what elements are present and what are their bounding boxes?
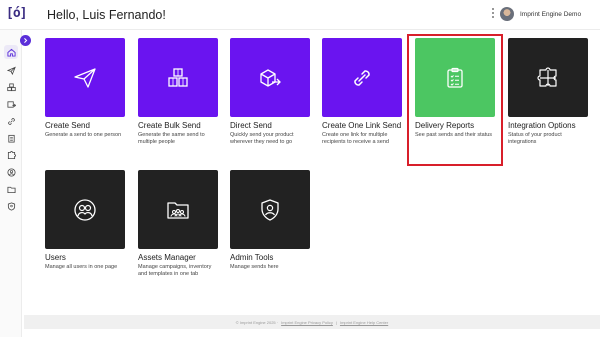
- tile-title[interactable]: Integration Options: [508, 121, 588, 130]
- paper-plane-icon: [6, 66, 16, 75]
- tile-title[interactable]: Assets Manager: [138, 253, 218, 262]
- privacy-policy-link[interactable]: Imprint Engine Privacy Policy: [281, 320, 333, 325]
- tile-delivery-reports[interactable]: Delivery Reports See past sends and thei…: [415, 38, 495, 139]
- sidebar-item-admin[interactable]: [4, 199, 18, 213]
- tile-create-one-link-send[interactable]: Create One Link Send Create one link for…: [322, 38, 402, 146]
- tile-users[interactable]: Users Manage all users in one page: [45, 170, 125, 271]
- tile-create-send[interactable]: Create Send Generate a send to one perso…: [45, 38, 125, 139]
- tile-description: Manage sends here: [230, 264, 279, 270]
- link-icon: [354, 69, 370, 86]
- tile-title[interactable]: Create Send: [45, 121, 125, 130]
- tile-create-bulk-send[interactable]: Create Bulk Send Generate the same send …: [138, 38, 218, 146]
- clipboard-icon: [7, 134, 15, 143]
- footer-separator: |: [335, 319, 337, 325]
- users-icon: [6, 167, 16, 177]
- tile-assets-manager[interactable]: Assets Manager Manage campaigns, invento…: [138, 170, 218, 278]
- puzzle-icon: [7, 150, 16, 159]
- account-name[interactable]: Imprint Engine Demo: [520, 11, 581, 18]
- sidebar-item-one-link[interactable]: [4, 114, 18, 128]
- tile-title[interactable]: Create One Link Send: [322, 121, 402, 130]
- tile-description: Manage all users in one page: [45, 264, 118, 270]
- sidebar-item-integrations[interactable]: [4, 148, 18, 162]
- tile-image[interactable]: [138, 170, 218, 249]
- footer-copyright: © Imprint Engine 2025 ·: [235, 319, 279, 325]
- sidebar-item-create-send[interactable]: [4, 63, 18, 77]
- sidebar-item-delivery-reports[interactable]: [4, 131, 18, 145]
- chevron-right-icon: [24, 38, 28, 43]
- tile-image[interactable]: [45, 170, 125, 249]
- tile-image[interactable]: [138, 38, 218, 117]
- boxes-icon: [168, 67, 188, 87]
- footer: © Imprint Engine 2025 · Imprint Engine P…: [24, 315, 600, 329]
- box-arrow-icon: [260, 68, 281, 87]
- tile-image[interactable]: [45, 38, 125, 117]
- greeting-title: Hello, Luis Fernando!: [47, 8, 166, 22]
- link-icon: [7, 117, 15, 125]
- sidebar-item-users[interactable]: [4, 165, 18, 179]
- tile-description: Generate a send to one person: [45, 132, 122, 138]
- shield-user-icon: [261, 198, 279, 221]
- folder-icon: [6, 186, 16, 193]
- help-center-link[interactable]: Imprint Engine Help Center: [340, 320, 388, 325]
- top-header: [ó] Hello, Luis Fernando! Imprint Engine…: [0, 0, 600, 30]
- tile-title[interactable]: Users: [45, 253, 125, 262]
- tile-description: Manage campaigns, inventory and template…: [138, 264, 212, 277]
- imprint-engine-logo[interactable]: [ó]: [6, 6, 28, 21]
- box-arrow-icon: [6, 100, 16, 108]
- tile-description: Status of your product integrations: [508, 132, 562, 145]
- tile-title[interactable]: Create Bulk Send: [138, 121, 218, 130]
- tile-admin-tools[interactable]: Admin Tools Manage sends here: [230, 170, 310, 271]
- tile-description: Generate the same send to multiple peopl…: [138, 132, 205, 145]
- tile-direct-send[interactable]: Direct Send Quickly send your product wh…: [230, 38, 310, 146]
- tile-title[interactable]: Delivery Reports: [415, 121, 495, 130]
- more-options-icon[interactable]: [491, 8, 495, 20]
- tile-image[interactable]: [415, 38, 495, 117]
- sidebar-item-assets[interactable]: [4, 182, 18, 196]
- tile-integration-options[interactable]: Integration Options Status of your produ…: [508, 38, 588, 146]
- tile-title[interactable]: Direct Send: [230, 121, 310, 130]
- sidebar: [0, 30, 22, 337]
- tile-image[interactable]: [508, 38, 588, 117]
- paper-plane-icon: [74, 67, 96, 88]
- clipboard-icon: [447, 67, 463, 88]
- tile-image[interactable]: [230, 170, 310, 249]
- avatar[interactable]: [500, 7, 514, 21]
- sidebar-item-home[interactable]: [4, 45, 18, 59]
- sidebar-item-direct-send[interactable]: [4, 97, 18, 111]
- home-icon: [6, 48, 16, 57]
- puzzle-icon: [537, 66, 557, 87]
- tile-image[interactable]: [230, 38, 310, 117]
- tile-description: See past sends and their status: [415, 132, 493, 138]
- shield-user-icon: [7, 201, 15, 211]
- users-icon: [74, 198, 96, 221]
- tile-description: Quickly send your product wherever they …: [230, 132, 294, 145]
- folder-icon: [167, 201, 189, 219]
- tile-title[interactable]: Admin Tools: [230, 253, 310, 262]
- boxes-icon: [6, 82, 16, 91]
- tile-description: Create one link for multiple recipients …: [322, 132, 389, 145]
- tile-image[interactable]: [322, 38, 402, 117]
- sidebar-item-bulk-send[interactable]: [4, 80, 18, 94]
- expand-sidebar-button[interactable]: [20, 35, 31, 46]
